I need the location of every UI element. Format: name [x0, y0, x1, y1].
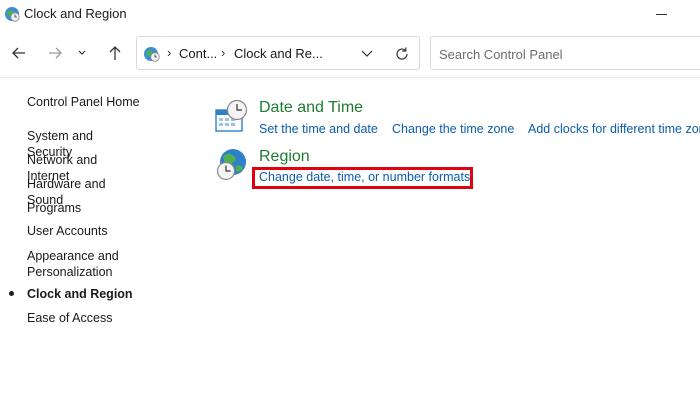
control-panel-icon [144, 47, 160, 62]
globe-clock-icon [216, 149, 246, 181]
sidebar-item-user-accounts[interactable]: User Accounts [27, 223, 137, 239]
minimize-button[interactable] [654, 4, 670, 22]
clock-globe-icon [5, 7, 20, 22]
category-title-date-and-time[interactable]: Date and Time [259, 99, 363, 117]
sidebar-item-ease-of-access[interactable]: Ease of Access [27, 310, 137, 326]
link-change-time-zone[interactable]: Change the time zone [392, 122, 514, 136]
sidebar-control-panel-home[interactable]: Control Panel Home [27, 95, 140, 109]
highlight-box [252, 167, 473, 189]
category-title-region[interactable]: Region [259, 148, 310, 166]
arrow-left-icon [12, 47, 25, 59]
sidebar-item-clock-and-region[interactable]: Clock and Region [27, 286, 137, 302]
chevron-down-icon [78, 50, 86, 55]
calendar-clock-icon [215, 99, 248, 132]
navigation-bar: › Cont... › Clock and Re... [0, 34, 700, 72]
active-item-bullet [9, 291, 14, 296]
chevron-down-icon[interactable] [359, 46, 375, 62]
forward-button[interactable] [44, 42, 66, 64]
up-button[interactable] [104, 42, 126, 64]
address-bar[interactable]: › Cont... › Clock and Re... [136, 36, 420, 70]
refresh-icon[interactable] [393, 45, 411, 63]
arrow-up-icon [109, 46, 121, 60]
breadcrumb-clock-and-region[interactable]: Clock and Re... [234, 46, 323, 61]
sidebar-item-appearance-and-personalization[interactable]: Appearance and Personalization [27, 248, 123, 280]
arrow-right-icon [49, 47, 62, 59]
title-bar: Clock and Region [0, 0, 700, 30]
recent-locations-button[interactable] [74, 42, 90, 64]
search-input[interactable] [437, 43, 691, 65]
back-button[interactable] [8, 42, 30, 64]
window-title: Clock and Region [24, 6, 127, 21]
search-box [430, 36, 700, 70]
breadcrumb-separator: › [167, 45, 172, 60]
divider [0, 77, 700, 78]
sidebar-item-programs[interactable]: Programs [27, 200, 137, 216]
link-add-clocks[interactable]: Add clocks for different time zones [528, 122, 700, 136]
link-set-time-and-date[interactable]: Set the time and date [259, 122, 378, 136]
breadcrumb-separator: › [221, 45, 226, 60]
breadcrumb-control-panel[interactable]: Cont... [179, 46, 217, 61]
